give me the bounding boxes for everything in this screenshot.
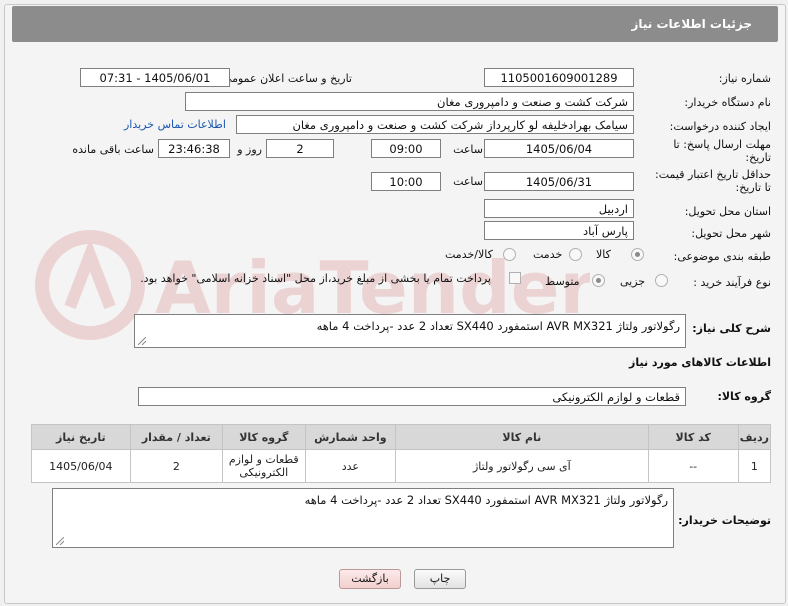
cell-item-name: آی سی رگولاتور ولتاژ: [395, 449, 649, 483]
buyer-org-label: نام دستگاه خریدار:: [684, 96, 771, 109]
buyer-notes-text: رگولاتور ولتاژ AVR MX321 استمفورد SX440 …: [304, 493, 668, 507]
price-validity-label-date: تا تاریخ:: [735, 181, 771, 194]
cell-unit: عدد: [304, 449, 397, 483]
goods-group-field[interactable]: قطعات و لوازم الکترونیکی: [138, 387, 686, 406]
col-item-name: نام کالا: [395, 424, 649, 450]
days-label: روز و: [237, 143, 262, 156]
treasury-payment-checkbox[interactable]: [509, 272, 521, 284]
price-validity-time-field[interactable]: 10:00: [371, 172, 441, 191]
goods-table: ردیف کد کالا نام کالا واحد شمارش گروه کا…: [31, 424, 772, 483]
process-minor-radio[interactable]: [655, 274, 668, 287]
remaining-label: ساعت باقی مانده: [72, 143, 154, 156]
province-field[interactable]: اردبیل: [484, 199, 634, 218]
col-item-code: کد کالا: [647, 424, 739, 450]
price-validity-label: حداقل تاریخ اعتبار قیمت:: [655, 168, 771, 181]
category-goods-label: کالا: [596, 248, 611, 261]
process-label: نوع فرآیند خرید :: [693, 276, 771, 289]
cell-need-date: 1405/06/04: [31, 449, 131, 483]
resize-grip-icon[interactable]: [138, 337, 146, 345]
days-field[interactable]: 2: [266, 139, 334, 158]
summary-text: رگولاتور ولتاژ AVR MX321 استمفورد SX440 …: [316, 319, 680, 333]
announce-field[interactable]: 1405/06/01 - 07:31: [80, 68, 230, 87]
page-title: جزئیات اطلاعات نیاز: [631, 17, 752, 31]
resize-grip-icon[interactable]: [56, 537, 64, 545]
col-need-date: تاریخ نیاز: [31, 424, 131, 450]
announce-label: تاریخ و ساعت اعلان عمومی:: [219, 72, 352, 85]
table-row[interactable]: 1 -- آی سی رگولاتور ولتاژ عدد قطعات و لو…: [31, 449, 772, 483]
remaining-time-field[interactable]: 23:46:38: [158, 139, 230, 158]
need-number-label: شماره نیاز:: [718, 72, 771, 85]
price-validity-time-label: ساعت: [453, 175, 483, 188]
cell-row-number: 1: [737, 449, 772, 483]
process-minor-label: جزیی: [620, 275, 646, 288]
treasury-payment-note: پرداخت تمام یا بخشی از مبلغ خرید،از محل …: [140, 272, 491, 285]
process-medium-label: متوسط: [545, 275, 580, 288]
buyer-notes-textarea[interactable]: رگولاتور ولتاژ AVR MX321 استمفورد SX440 …: [52, 488, 674, 548]
category-service-radio[interactable]: [569, 248, 582, 261]
buyer-notes-label: توضیحات خریدار:: [678, 514, 771, 527]
table-header-row: ردیف کد کالا نام کالا واحد شمارش گروه کا…: [31, 424, 772, 450]
price-validity-date-field[interactable]: 1405/06/31: [484, 172, 634, 191]
col-row-number: ردیف: [737, 424, 772, 450]
col-goods-group: گروه کالا: [221, 424, 306, 450]
category-service-label: خدمت: [533, 248, 563, 261]
cell-goods-group: قطعات و لوازم الکترونیکی: [221, 449, 306, 483]
deadline-time-label: ساعت: [453, 143, 483, 156]
deadline-label-date: تاریخ:: [745, 151, 771, 164]
requester-label: ایجاد کننده درخواست:: [669, 120, 771, 133]
buyer-contact-link[interactable]: اطلاعات تماس خریدار: [124, 118, 226, 131]
province-label: استان محل تحویل:: [684, 205, 771, 218]
col-quantity: تعداد / مقدار: [129, 424, 223, 450]
buyer-org-field[interactable]: شرکت کشت و صنعت و دامپروری مغان: [185, 92, 634, 111]
deadline-label: مهلت ارسال پاسخ: تا: [673, 138, 771, 151]
cell-item-code: --: [647, 449, 739, 483]
back-button[interactable]: بازگشت: [339, 569, 401, 589]
city-field[interactable]: پارس آباد: [484, 221, 634, 240]
print-button[interactable]: چاپ: [414, 569, 466, 589]
deadline-date-field[interactable]: 1405/06/04: [484, 139, 634, 158]
goods-info-title: اطلاعات کالاهای مورد نیاز: [629, 356, 771, 369]
category-label: طبقه بندی موضوعی:: [673, 250, 771, 263]
process-medium-radio[interactable]: [592, 274, 605, 287]
city-label: شهر محل تحویل:: [691, 227, 771, 240]
col-unit: واحد شمارش: [304, 424, 397, 450]
cell-quantity: 2: [129, 449, 223, 483]
category-goods-radio[interactable]: [631, 248, 644, 261]
goods-group-label: گروه کالا:: [717, 390, 771, 403]
header-bar: جزئیات اطلاعات نیاز: [12, 6, 778, 42]
summary-label: شرح کلی نیاز:: [692, 322, 771, 335]
category-goods-service-label: کالا/خدمت: [445, 248, 493, 261]
requester-field[interactable]: سیامک بهرادخلیفه لو کارپرداز شرکت کشت و …: [236, 115, 634, 134]
summary-textarea[interactable]: رگولاتور ولتاژ AVR MX321 استمفورد SX440 …: [134, 314, 686, 348]
deadline-time-field[interactable]: 09:00: [371, 139, 441, 158]
category-goods-service-radio[interactable]: [503, 248, 516, 261]
need-number-field[interactable]: 1105001609001289: [484, 68, 634, 87]
